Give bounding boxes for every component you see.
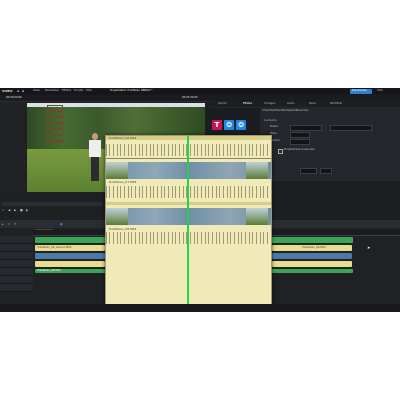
group-label: Laufweite bbox=[264, 119, 277, 122]
project-title: Projektdatei: Holzfallen ABBILD * bbox=[110, 89, 153, 92]
clip-video-thumbs-1[interactable] bbox=[35, 253, 105, 259]
zoom-label-1: Holzfallen_06.MP4 bbox=[109, 136, 137, 140]
width-field[interactable] bbox=[290, 125, 322, 131]
clip-video-1[interactable]: Holzfallen_06_Version.MP4 bbox=[35, 245, 105, 251]
field-label-width: Breite bbox=[270, 125, 278, 128]
effect-icon[interactable]: ❂ bbox=[224, 120, 234, 130]
project-width-checkbox[interactable] bbox=[278, 149, 283, 154]
extra-field[interactable] bbox=[300, 168, 317, 174]
zoom-label-2: Holzfallen_07.MP4 bbox=[109, 180, 137, 184]
position-field[interactable] bbox=[290, 139, 310, 145]
folder-icon[interactable]: ▪ bbox=[17, 89, 19, 93]
zoomed-timeline-overlay: Holzfallen_06.MP4 Holzfallen_07.MP4 Holz… bbox=[105, 135, 272, 312]
track-header-3[interactable] bbox=[0, 252, 33, 260]
track-header-5[interactable] bbox=[0, 268, 33, 276]
section-title: Untertitel/Titel/Textobjekt/Bereichen bbox=[262, 109, 309, 112]
track-header-2[interactable] bbox=[0, 244, 33, 252]
menu-item-effects[interactable]: Effekte bbox=[62, 89, 71, 93]
zoom-label-3: Holzfallen_08.MP4 bbox=[109, 227, 137, 231]
timecode-right: 00:05:26:05 bbox=[182, 96, 198, 99]
title-t-icon[interactable]: T bbox=[212, 120, 222, 130]
person-in-video bbox=[89, 133, 101, 181]
tab-store[interactable]: Store bbox=[309, 102, 316, 106]
stop-icon[interactable]: ■ bbox=[20, 208, 23, 212]
clip-audio-3[interactable] bbox=[272, 261, 352, 267]
checkbox-label: Projektbreite anwenden bbox=[284, 148, 315, 151]
scrub-bar[interactable] bbox=[2, 202, 102, 206]
cursor-icon: ➤ bbox=[367, 245, 371, 250]
razor-icon[interactable]: ✂ bbox=[8, 222, 11, 226]
status-bar bbox=[0, 304, 400, 312]
pointer-icon[interactable]: ▸ bbox=[2, 222, 4, 226]
next-icon[interactable]: ▶ bbox=[26, 208, 28, 212]
track-header-1[interactable] bbox=[0, 236, 33, 244]
height-value-field[interactable] bbox=[290, 132, 310, 138]
play-icon[interactable]: ▶ bbox=[14, 208, 16, 212]
clip-video-thumbs-3[interactable] bbox=[272, 253, 352, 259]
video-editor-window: VIDEO ▪ ▪ Datei Bearbeiten Effekte Fenst… bbox=[0, 88, 400, 312]
tab-audio[interactable]: Audio bbox=[287, 102, 294, 106]
tab-import[interactable]: Import bbox=[218, 102, 227, 106]
menu-item-help[interactable]: Hilfe bbox=[86, 89, 92, 93]
menu-item-window[interactable]: Fenster bbox=[74, 89, 84, 93]
menu-item-file[interactable]: Datei bbox=[33, 89, 40, 93]
export-button[interactable]: Exportieren bbox=[350, 89, 372, 94]
app-logo: VIDEO bbox=[2, 89, 13, 93]
menu-item-edit[interactable]: Bearbeiten bbox=[45, 89, 59, 93]
height-field[interactable] bbox=[330, 125, 372, 131]
snap-icon[interactable]: ■ bbox=[60, 222, 63, 226]
link-icon[interactable]: ⚭ bbox=[14, 222, 17, 226]
save-icon[interactable]: ▪ bbox=[22, 89, 24, 93]
track-header-7[interactable] bbox=[0, 284, 33, 292]
menu-bar: VIDEO ▪ ▪ Datei Bearbeiten Effekte Fenst… bbox=[0, 88, 400, 95]
tab-templates[interactable]: Vorlagen bbox=[264, 102, 275, 106]
extra-field-2[interactable] bbox=[320, 168, 332, 174]
cut-icon[interactable]: ✂ bbox=[2, 208, 5, 212]
panel-tabs: Import Effekte Vorlagen Audio Store Work… bbox=[210, 101, 400, 107]
playhead[interactable] bbox=[187, 136, 189, 312]
track-header-6[interactable] bbox=[0, 276, 33, 284]
help-link[interactable]: Hilfe bbox=[377, 89, 383, 93]
hunting-tower bbox=[47, 105, 63, 143]
effect-icon-2[interactable]: ❂ bbox=[236, 120, 246, 130]
prev-icon[interactable]: ◀ bbox=[8, 208, 10, 212]
clip-audio-1[interactable] bbox=[35, 261, 105, 267]
track-header-4[interactable] bbox=[0, 260, 33, 268]
tab-workflow[interactable]: Workflow bbox=[330, 102, 342, 106]
title-templates: T ❂ ❂ bbox=[210, 108, 260, 136]
timecode-left: 00:00:00:00 bbox=[6, 96, 22, 99]
tab-effects[interactable]: Effekte bbox=[243, 102, 252, 106]
clip-video-3[interactable]: Holzfallen_09.MP4 bbox=[272, 245, 352, 251]
